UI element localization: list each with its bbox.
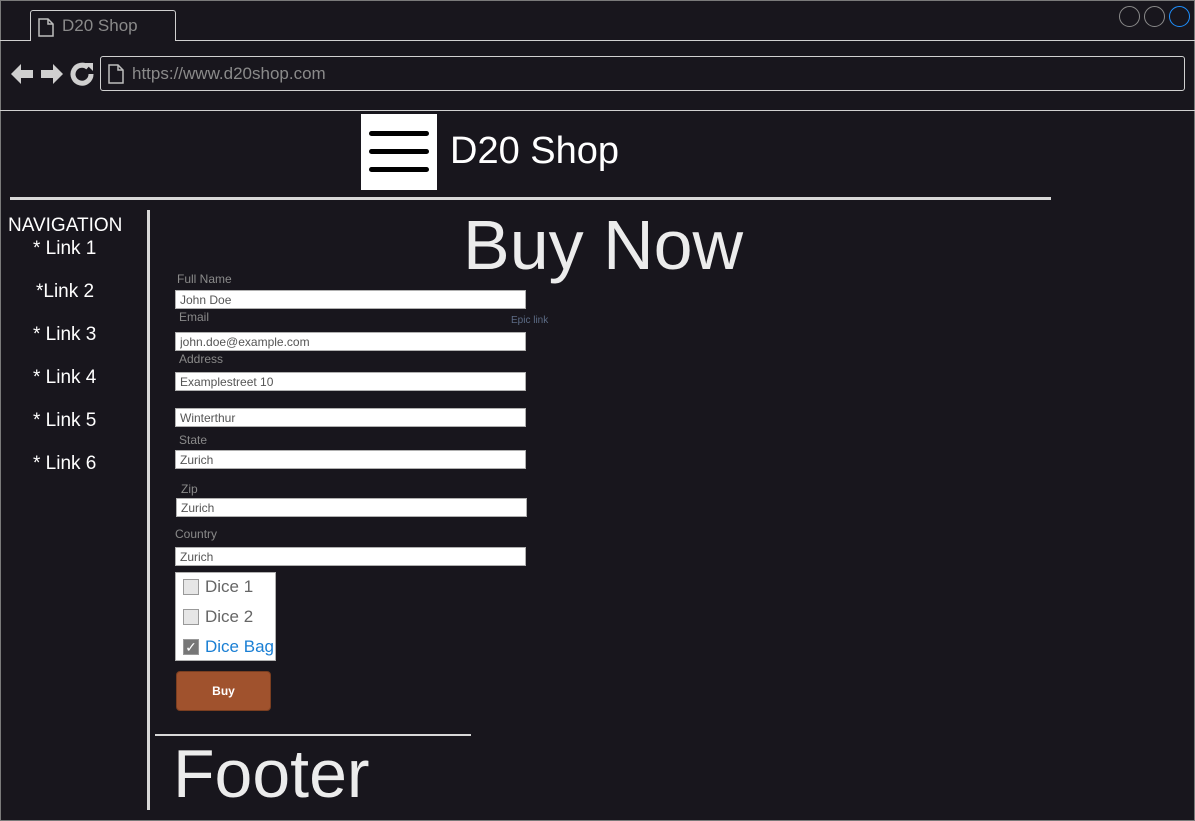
- sidebar-divider: [147, 210, 150, 810]
- email-label: Email: [179, 310, 210, 324]
- navigation-heading: NAVIGATION: [8, 215, 123, 236]
- product-option[interactable]: ✓ Dice Bag: [183, 636, 274, 658]
- hamburger-icon-bar: [369, 149, 429, 154]
- sidebar-link-4[interactable]: * Link 4: [33, 367, 96, 389]
- sidebar-link-6[interactable]: * Link 6: [33, 453, 96, 475]
- forward-arrow-icon[interactable]: [40, 62, 64, 86]
- url-text: https://www.d20shop.com: [132, 64, 326, 83]
- address-label: Address: [179, 352, 224, 366]
- sidebar-link-5[interactable]: * Link 5: [33, 410, 96, 432]
- country-input[interactable]: [175, 547, 526, 566]
- browser-tab[interactable]: D20 Shop: [30, 10, 176, 41]
- country-label: Country: [175, 527, 218, 541]
- minimize-window-icon[interactable]: [1119, 6, 1140, 27]
- zip-label: Zip: [181, 482, 198, 496]
- product-option-label: Dice Bag: [205, 637, 274, 656]
- state-label: State: [179, 433, 208, 447]
- sidebar-link-2[interactable]: *Link 2: [36, 281, 94, 303]
- state-input[interactable]: [175, 450, 526, 469]
- hamburger-icon-bar: [369, 167, 429, 172]
- toolbar-divider: [0, 110, 1195, 111]
- tab-title: D20 Shop: [62, 16, 138, 35]
- checkbox-checked-icon[interactable]: ✓: [183, 639, 199, 655]
- maximize-window-icon[interactable]: [1144, 6, 1165, 27]
- reload-icon[interactable]: [70, 62, 94, 86]
- zip-input[interactable]: [176, 498, 527, 517]
- full-name-input[interactable]: [175, 290, 526, 309]
- product-option-label: Dice 2: [205, 607, 254, 626]
- footer-heading: Footer: [173, 736, 370, 812]
- back-arrow-icon[interactable]: [10, 62, 34, 86]
- email-input[interactable]: [175, 332, 526, 351]
- page-icon: [38, 18, 54, 37]
- close-window-icon[interactable]: [1169, 6, 1190, 27]
- checkbox-unchecked-icon[interactable]: [183, 609, 199, 625]
- product-option[interactable]: Dice 1: [183, 576, 253, 598]
- product-option-label: Dice 1: [205, 577, 254, 596]
- page-heading: Buy Now: [463, 206, 744, 284]
- sidebar-link-1[interactable]: * Link 1: [33, 238, 96, 260]
- hamburger-icon: [369, 131, 429, 136]
- buy-button[interactable]: Buy: [176, 671, 271, 711]
- city-input[interactable]: [175, 408, 526, 427]
- epic-link[interactable]: Epic link: [511, 315, 548, 326]
- header-divider: [10, 197, 1051, 200]
- product-option[interactable]: Dice 2: [183, 606, 253, 628]
- product-checklist: Dice 1 Dice 2 ✓ Dice Bag: [175, 572, 276, 661]
- sidebar-link-3[interactable]: * Link 3: [33, 324, 96, 346]
- site-title: D20 Shop: [450, 130, 620, 172]
- hamburger-menu-button[interactable]: [361, 114, 437, 190]
- address-bar[interactable]: https://www.d20shop.com: [100, 56, 1185, 91]
- checkbox-unchecked-icon[interactable]: [183, 579, 199, 595]
- address-input[interactable]: [175, 372, 526, 391]
- full-name-label: Full Name: [177, 272, 232, 286]
- tab-bar-divider: [0, 40, 1195, 41]
- page-icon: [108, 64, 124, 84]
